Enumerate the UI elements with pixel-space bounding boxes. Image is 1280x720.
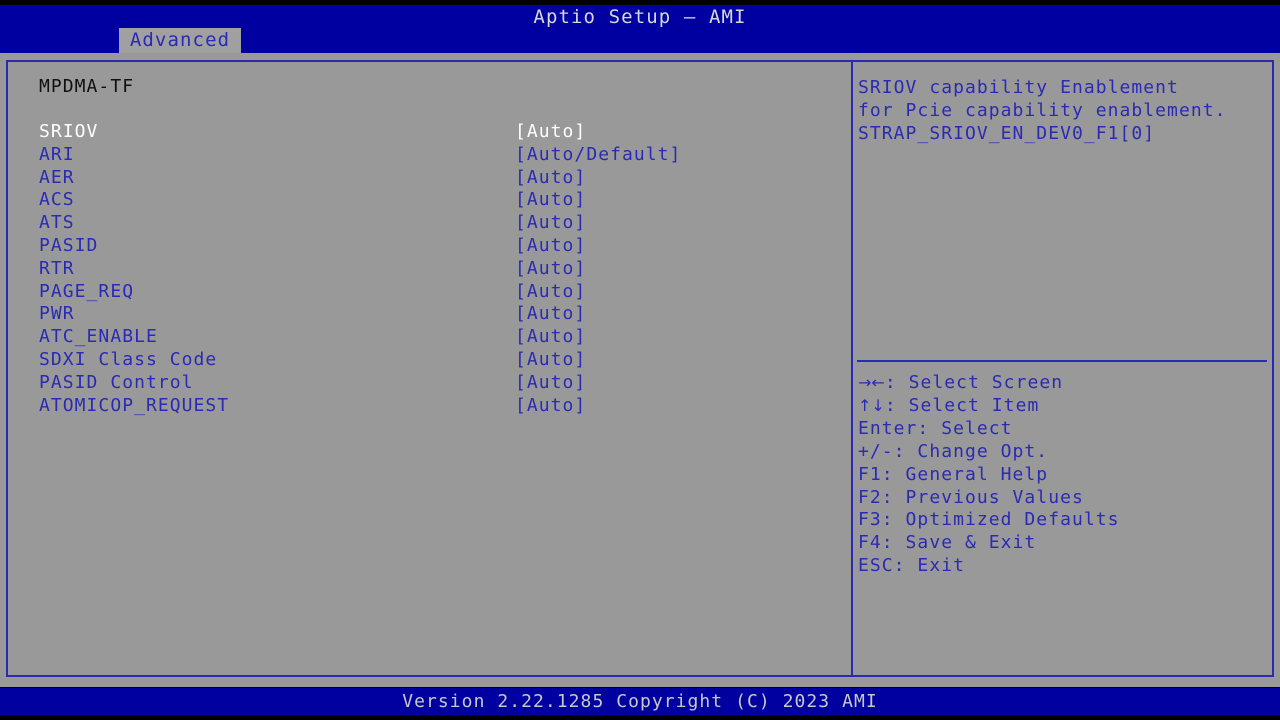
setting-value[interactable]: [Auto] xyxy=(515,349,586,370)
key-legend: →←: Select Screen ↑↓: Select Item Enter: S… xyxy=(858,372,1268,578)
setting-label: PASID xyxy=(39,234,99,256)
setting-label: RTR xyxy=(39,257,75,279)
legend-line: +/-: Change Opt. xyxy=(858,441,1268,464)
setting-row[interactable]: AER [Auto] xyxy=(0,167,845,190)
setting-row[interactable]: SRIOV [Auto] xyxy=(0,121,845,144)
setting-row[interactable]: PASID [Auto] xyxy=(0,235,845,258)
setting-label: AER xyxy=(39,166,75,188)
setting-row[interactable]: ACS [Auto] xyxy=(0,189,845,212)
setting-row[interactable]: ARI [Auto/Default] xyxy=(0,144,845,167)
setting-label: SRIOV xyxy=(39,121,99,142)
setting-label: SDXI Class Code xyxy=(39,348,218,370)
setting-value[interactable]: [Auto] xyxy=(515,235,586,256)
legend-text: : Select Screen xyxy=(884,372,1064,393)
tab-advanced[interactable]: Advanced xyxy=(119,28,241,53)
setting-row[interactable]: ATS [Auto] xyxy=(0,212,845,235)
legend-line: F3: Optimized Defaults xyxy=(858,509,1268,532)
legend-text: Enter: Select xyxy=(858,417,1013,439)
legend-text: +/-: Change Opt. xyxy=(858,440,1049,462)
legend-text: F4: Save & Exit xyxy=(858,532,1037,554)
legend-text: ESC: Exit xyxy=(858,555,965,577)
help-line: SRIOV capability Enablement xyxy=(858,77,1179,98)
setting-row[interactable]: ATC_ENABLE [Auto] xyxy=(0,326,845,349)
settings-list: SRIOV [Auto] ARI [Auto/Default] AER [Auto] ACS… xyxy=(0,121,845,417)
section-header: MPDMA-TF xyxy=(39,76,135,97)
setting-label: PAGE_REQ xyxy=(39,280,135,302)
setting-value[interactable]: [Auto/Default] xyxy=(515,144,681,165)
setting-row[interactable]: SDXI Class Code [Auto] xyxy=(0,349,845,372)
setting-value[interactable]: [Auto] xyxy=(515,258,586,279)
help-line: STRAP_SRIOV_EN_DEV0_F1[0] xyxy=(858,123,1156,144)
legend-line: ↑↓: Select Item xyxy=(858,395,1268,418)
setting-value[interactable]: [Auto] xyxy=(515,326,586,347)
bios-setup-screen: Aptio Setup – AMI Advanced MPDMA-TF SRIO… xyxy=(0,0,1280,720)
arrow-horizontal-icon: →← xyxy=(858,373,885,392)
setting-value[interactable]: [Auto] xyxy=(515,167,586,188)
legend-text: F1: General Help xyxy=(858,463,1049,485)
legend-line: ESC: Exit xyxy=(858,555,1268,578)
legend-line: →←: Select Screen xyxy=(858,372,1268,395)
legend-line: F4: Save & Exit xyxy=(858,532,1268,555)
setting-row[interactable]: RTR [Auto] xyxy=(0,258,845,281)
setting-label: ATS xyxy=(39,212,75,234)
setting-label: ACS xyxy=(39,189,75,211)
version-text: Version 2.22.1285 Copyright (C) 2023 AMI xyxy=(402,691,878,712)
setting-value[interactable]: [Auto] xyxy=(515,372,586,393)
setting-label: PASID Control xyxy=(39,371,194,393)
setting-row[interactable]: PASID Control [Auto] xyxy=(0,372,845,395)
setting-label: PWR xyxy=(39,303,75,325)
setting-value[interactable]: [Auto] xyxy=(515,281,586,302)
setting-row[interactable]: PWR [Auto] xyxy=(0,303,845,326)
setting-value[interactable]: [Auto] xyxy=(515,303,586,324)
arrow-vertical-icon: ↑↓ xyxy=(858,395,885,415)
setting-row[interactable]: PAGE_REQ [Auto] xyxy=(0,281,845,304)
legend-line: F1: General Help xyxy=(858,464,1268,487)
help-description: SRIOV capability Enablement for Pcie capa… xyxy=(858,76,1268,145)
page-title: Aptio Setup – AMI xyxy=(533,6,747,28)
legend-text: : Select Item xyxy=(884,394,1040,416)
help-line: for Pcie capability enablement. xyxy=(858,100,1227,121)
setting-value[interactable]: [Auto] xyxy=(515,395,586,416)
legend-text: F2: Previous Values xyxy=(858,486,1084,508)
setting-value[interactable]: [Auto] xyxy=(515,121,586,142)
help-panel xyxy=(851,60,1274,677)
legend-line: F2: Previous Values xyxy=(858,487,1268,510)
setting-value[interactable]: [Auto] xyxy=(515,189,586,210)
help-divider xyxy=(857,360,1267,362)
legend-line: Enter: Select xyxy=(858,418,1268,441)
setting-row[interactable]: ATOMICOP_REQUEST [Auto] xyxy=(0,395,845,418)
setting-label: ATOMICOP_REQUEST xyxy=(39,394,230,416)
setting-value[interactable]: [Auto] xyxy=(515,212,586,233)
setting-label: ARI xyxy=(39,143,75,165)
legend-text: F3: Optimized Defaults xyxy=(858,509,1120,531)
setting-label: ATC_ENABLE xyxy=(39,326,158,348)
